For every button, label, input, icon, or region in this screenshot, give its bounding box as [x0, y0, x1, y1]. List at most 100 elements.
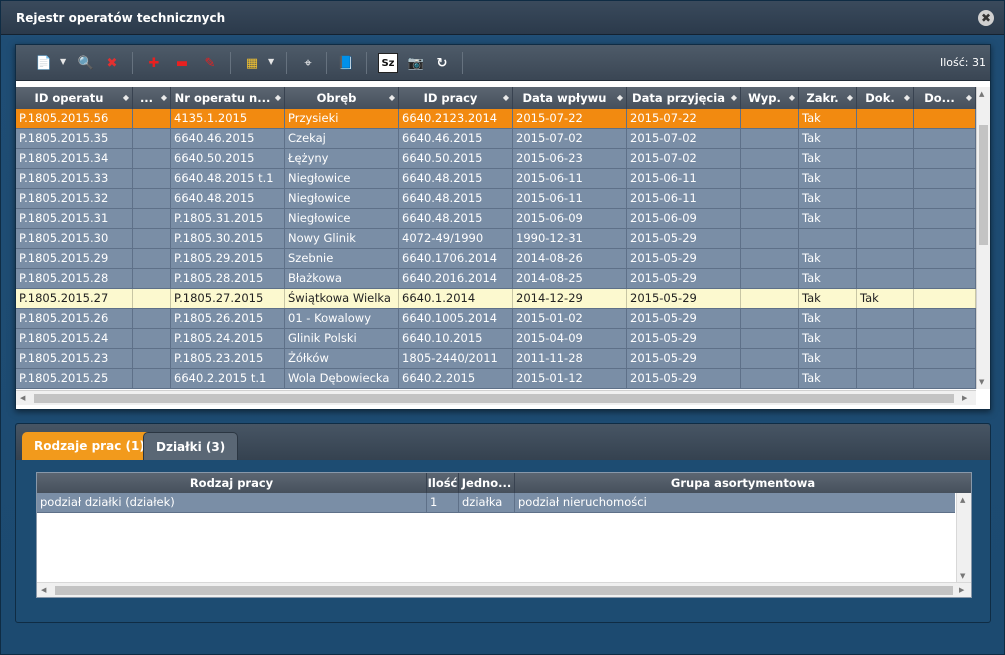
table-row[interactable]: P.1805.2015.31 P.1805.31.2015 Niegłowice 66…: [16, 209, 976, 229]
sort-icon[interactable]: ◆: [847, 87, 853, 109]
vertical-scrollbar[interactable]: ▲ ▼: [976, 87, 990, 389]
sort-icon[interactable]: ◆: [617, 87, 623, 109]
column-header[interactable]: Ilość: [427, 473, 459, 493]
table-cell: 6640.2123.2014: [399, 109, 513, 128]
table-row[interactable]: P.1805.2015.34 6640.50.2015 Łężyny 6640.50.…: [16, 149, 976, 169]
close-icon[interactable]: ✖: [978, 10, 994, 26]
sort-icon[interactable]: ◆: [123, 87, 129, 109]
table-cell: P.1805.2015.26: [16, 309, 133, 328]
scroll-up-icon[interactable]: ▲: [960, 496, 965, 504]
table-row[interactable]: P.1805.2015.56 4135.1.2015 Przysieki 6640.2…: [16, 109, 976, 129]
column-header[interactable]: Do... ◆: [914, 87, 976, 109]
add-document-icon[interactable]: 📄: [34, 53, 54, 73]
scroll-thumb[interactable]: [34, 394, 954, 403]
add-red-icon[interactable]: ✚: [144, 53, 164, 73]
column-header[interactable]: Wyp. ◆: [741, 87, 799, 109]
column-header[interactable]: ID operatu ◆: [16, 87, 133, 109]
table-cell: [914, 229, 976, 248]
table-cell: Tak: [799, 289, 857, 308]
table-cell: 2014-08-25: [513, 269, 627, 288]
remove-red-icon[interactable]: ▬: [172, 53, 192, 73]
sort-icon[interactable]: ◆: [275, 87, 281, 109]
tab-rodzaje-prac[interactable]: Rodzaje prac (1): [22, 432, 157, 460]
column-header[interactable]: Obręb ◆: [285, 87, 399, 109]
table-row[interactable]: P.1805.2015.28 P.1805.28.2015 Błażkowa 6640…: [16, 269, 976, 289]
table-cell: [133, 149, 171, 168]
sort-icon[interactable]: ◆: [904, 87, 910, 109]
scroll-left-icon[interactable]: ◀: [41, 586, 46, 594]
table-cell: [741, 169, 799, 188]
binoculars-icon[interactable]: ⌖: [298, 53, 318, 73]
column-header[interactable]: Rodzaj pracy: [37, 473, 427, 493]
column-header[interactable]: Data wpływu ◆: [513, 87, 627, 109]
table-cell: [133, 169, 171, 188]
table-cell: Żółków: [285, 349, 399, 368]
table-cell: [133, 289, 171, 308]
column-header[interactable]: Nr operatu n... ◆: [171, 87, 285, 109]
horizontal-scrollbar[interactable]: ◀ ▶: [37, 582, 971, 597]
camera-icon[interactable]: 📷: [406, 53, 426, 73]
table-row[interactable]: P.1805.2015.27 P.1805.27.2015 Świątkowa Wi…: [16, 289, 976, 309]
horizontal-scrollbar[interactable]: ◀ ▶: [16, 390, 976, 405]
table-row[interactable]: podział działki (działek) 1 działka podz…: [37, 493, 955, 513]
column-header[interactable]: ID pracy ◆: [399, 87, 513, 109]
scroll-right-icon[interactable]: ▶: [962, 394, 967, 402]
sort-icon[interactable]: ◆: [503, 87, 509, 109]
color-palette-icon[interactable]: ▦: [242, 53, 262, 73]
table-cell: podział nieruchomości: [518, 495, 647, 509]
column-header[interactable]: Dok. ◆: [857, 87, 914, 109]
chevron-down-icon[interactable]: ▼: [268, 57, 274, 66]
column-header-label: Do...: [924, 91, 955, 105]
table-row[interactable]: P.1805.2015.32 6640.48.2015 Niegłowice 6640…: [16, 189, 976, 209]
table-row[interactable]: P.1805.2015.35 6640.46.2015 Czekaj 6640.46.…: [16, 129, 976, 149]
column-header[interactable]: Zakr. ◆: [799, 87, 857, 109]
scroll-right-icon[interactable]: ▶: [959, 586, 964, 594]
chevron-down-icon[interactable]: ▼: [60, 57, 66, 66]
column-header[interactable]: ... ◆: [133, 87, 171, 109]
table-cell: 1: [427, 493, 459, 512]
scroll-thumb[interactable]: [55, 586, 953, 595]
toolbar-separator: [286, 52, 287, 74]
column-header[interactable]: Data przyjęcia ◆: [627, 87, 741, 109]
table-row[interactable]: P.1805.2015.25 6640.2.2015 t.1 Wola Dębowi…: [16, 369, 976, 389]
table-cell: 1805-2440/2011: [399, 349, 513, 368]
column-header[interactable]: Jedno...: [459, 473, 515, 493]
table-cell: 2015-05-29: [627, 269, 741, 288]
search-document-icon[interactable]: 🔍: [76, 53, 96, 73]
delete-document-icon[interactable]: ✖: [102, 53, 122, 73]
column-header[interactable]: Grupa asortymentowa: [515, 473, 971, 493]
sort-icon[interactable]: ◆: [731, 87, 737, 109]
scroll-up-icon[interactable]: ▲: [979, 90, 984, 98]
scroll-thumb[interactable]: [979, 125, 988, 245]
sort-icon[interactable]: ◆: [161, 87, 167, 109]
edit-red-icon[interactable]: ✎: [200, 53, 220, 73]
table-cell: Łężyny: [285, 149, 399, 168]
table-cell: 6640.1.2014: [399, 289, 513, 308]
toolbar: 📄 ▼ 🔍 ✖ ✚ ▬ ✎ ▦ ▼ ⌖ 📘 Sz 📷 ↻ Ilość: 31: [16, 45, 990, 81]
table-row[interactable]: P.1805.2015.30 P.1805.30.2015 Nowy Glinik 4…: [16, 229, 976, 249]
scroll-down-icon[interactable]: ▼: [979, 378, 984, 386]
table-cell: 2014-12-29: [513, 289, 627, 308]
table-row[interactable]: P.1805.2015.33 6640.48.2015 t.1 Niegłowice…: [16, 169, 976, 189]
table-cell: Tak: [799, 329, 857, 348]
tab-dzialki[interactable]: Działki (3): [143, 432, 239, 460]
table-row[interactable]: P.1805.2015.26 P.1805.26.2015 01 - Kowalow…: [16, 309, 976, 329]
sort-icon[interactable]: ◆: [789, 87, 795, 109]
table-cell: [133, 189, 171, 208]
table-cell: Wola Dębowiecka: [285, 369, 399, 388]
table-row[interactable]: P.1805.2015.23 P.1805.23.2015 Żółków 1805-2…: [16, 349, 976, 369]
table-cell: 6640.48.2015 t.1: [171, 169, 285, 188]
table-row[interactable]: P.1805.2015.29 P.1805.29.2015 Szebnie 6640.…: [16, 249, 976, 269]
scroll-left-icon[interactable]: ◀: [20, 394, 25, 402]
table-cell: [133, 109, 171, 128]
table-row[interactable]: P.1805.2015.24 P.1805.24.2015 Glinik Polsk…: [16, 329, 976, 349]
sort-icon[interactable]: ◆: [966, 87, 972, 109]
sz-icon[interactable]: Sz: [378, 53, 398, 73]
vertical-scrollbar[interactable]: ▲ ▼: [956, 493, 971, 583]
book-icon[interactable]: 📘: [336, 53, 356, 73]
table-cell: 2015-01-12: [513, 369, 627, 388]
table-cell: [857, 129, 914, 148]
refresh-icon[interactable]: ↻: [432, 53, 452, 73]
sort-icon[interactable]: ◆: [389, 87, 395, 109]
scroll-down-icon[interactable]: ▼: [960, 572, 965, 580]
